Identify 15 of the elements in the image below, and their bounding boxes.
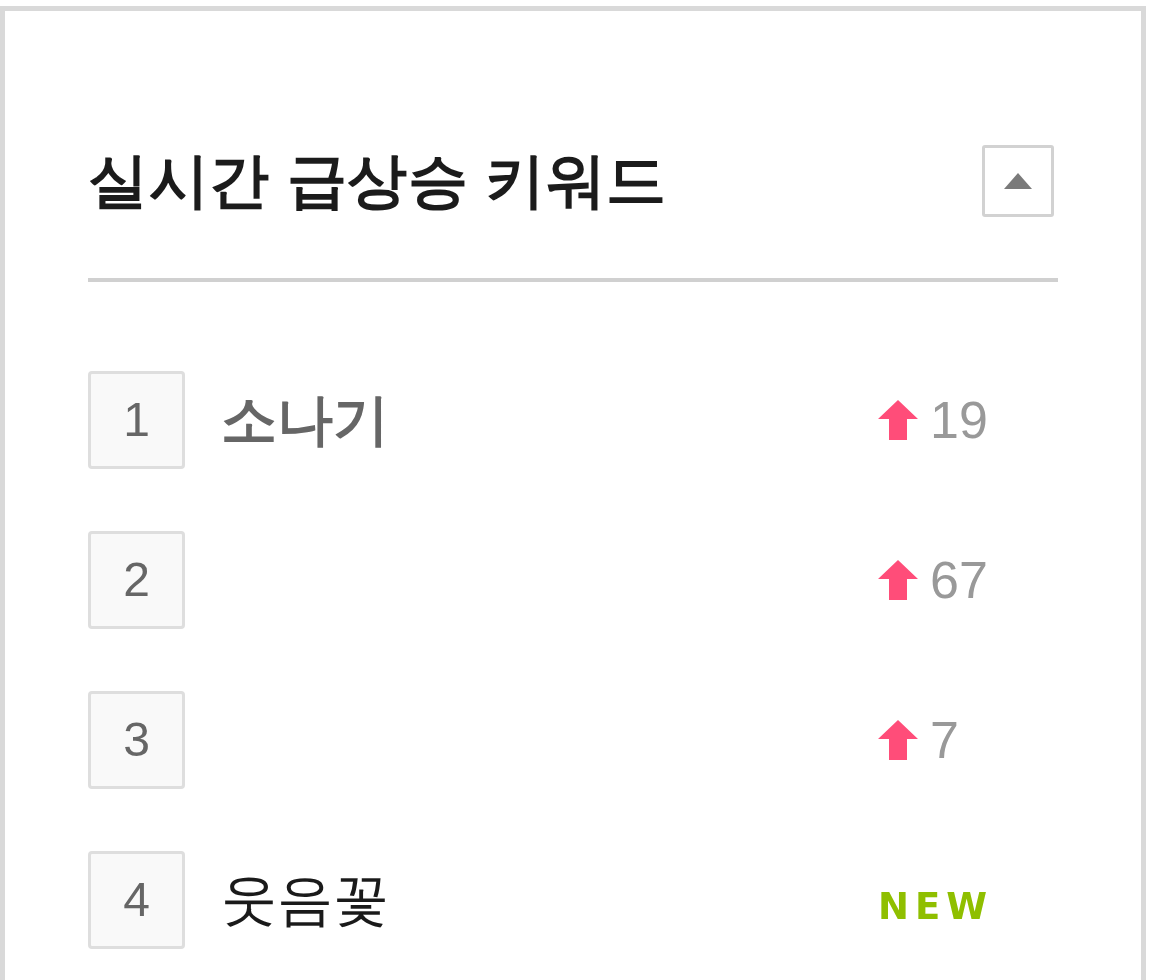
keyword-link[interactable]: 소나기 bbox=[221, 392, 389, 448]
keyword-link[interactable]: 웃음꽃 bbox=[221, 872, 389, 928]
panel-title: 실시간 급상승 키워드 bbox=[88, 151, 667, 211]
rank-change-count: 67 bbox=[930, 554, 988, 606]
rank-number: 4 bbox=[88, 851, 185, 949]
rank-change-count: 19 bbox=[930, 394, 988, 446]
rank-number: 2 bbox=[88, 531, 185, 629]
up-arrow-icon bbox=[878, 720, 918, 760]
rank-number: 3 bbox=[88, 691, 185, 789]
up-arrow-icon bbox=[878, 560, 918, 600]
new-label: NEW bbox=[878, 887, 994, 925]
up-arrow-icon bbox=[878, 400, 918, 440]
rank-change-count: 7 bbox=[930, 714, 959, 766]
collapse-button[interactable] bbox=[982, 145, 1054, 217]
rank-number: 1 bbox=[88, 371, 185, 469]
